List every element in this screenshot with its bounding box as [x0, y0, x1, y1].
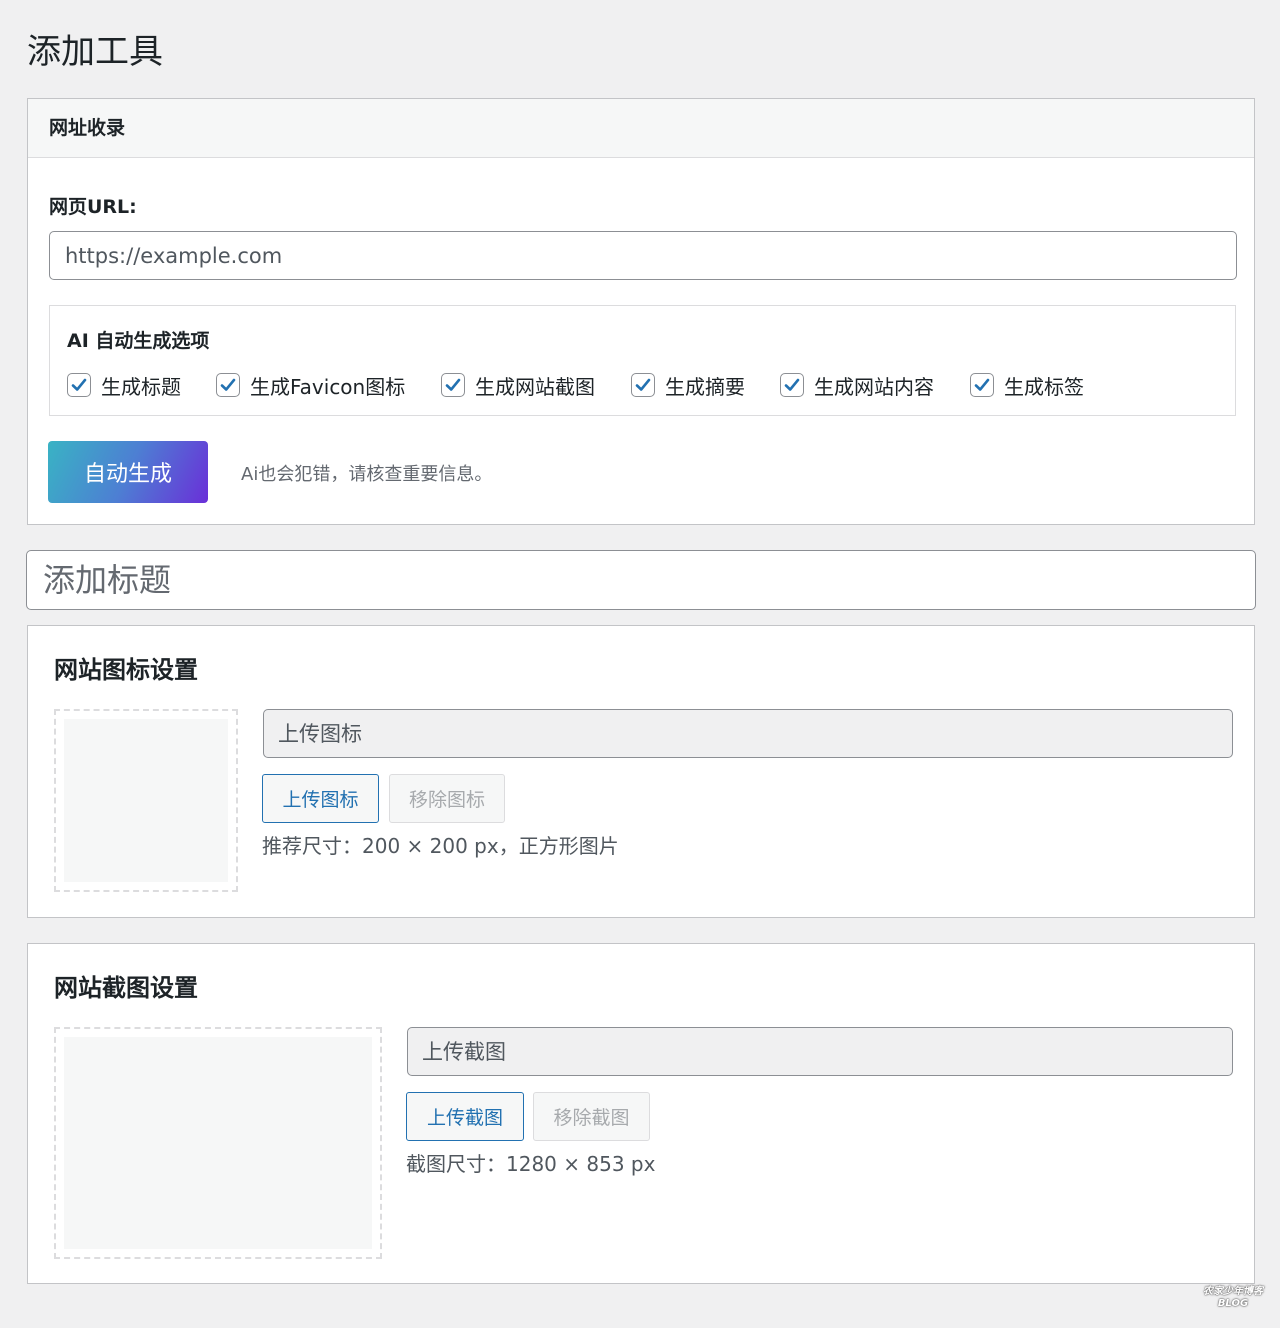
url-input[interactable]	[49, 231, 1237, 280]
option-label: 生成摘要	[665, 374, 745, 399]
blog-watermark: 农家少年博客 BLOG	[1200, 1286, 1266, 1314]
icon-preview-placeholder	[64, 719, 228, 882]
upload-screenshot-button[interactable]: 上传截图	[406, 1092, 524, 1141]
upload-icon-button[interactable]: 上传图标	[262, 774, 379, 823]
screenshot-preview	[54, 1027, 382, 1259]
remove-icon-button[interactable]: 移除图标	[389, 774, 505, 823]
ai-disclaimer-note: Ai也会犯错，请核查重要信息。	[241, 464, 493, 485]
remove-screenshot-button[interactable]: 移除截图	[533, 1092, 650, 1141]
option-label: 生成Favicon图标	[250, 374, 406, 399]
post-title-input[interactable]	[26, 550, 1256, 610]
option-label: 生成标签	[1004, 374, 1084, 399]
option-generate-favicon[interactable]: 生成Favicon图标	[216, 370, 405, 400]
option-label: 生成标题	[101, 374, 181, 399]
screenshot-size-hint: 截图尺寸：1280 × 853 px	[406, 1152, 656, 1176]
checkbox-checked-icon[interactable]	[216, 373, 240, 397]
icon-url-field[interactable]	[263, 709, 1233, 758]
screenshot-settings-panel: 网站截图设置 上传截图 移除截图 截图尺寸：1280 × 853 px	[27, 943, 1255, 1284]
checkbox-checked-icon[interactable]	[441, 373, 465, 397]
ai-options-title: AI 自动生成选项	[67, 330, 210, 352]
checkbox-checked-icon[interactable]	[780, 373, 804, 397]
watermark-line2: BLOG	[1217, 1298, 1249, 1309]
checkbox-checked-icon[interactable]	[631, 373, 655, 397]
checkbox-checked-icon[interactable]	[970, 373, 994, 397]
screenshot-section-title: 网站截图设置	[54, 974, 198, 1002]
page-title: 添加工具	[27, 32, 163, 72]
url-panel-header: 网址收录	[28, 99, 1254, 158]
option-generate-summary[interactable]: 生成摘要	[631, 370, 745, 400]
option-label: 生成网站内容	[814, 374, 934, 399]
option-generate-screenshot[interactable]: 生成网站截图	[441, 370, 595, 400]
screenshot-url-field[interactable]	[407, 1027, 1233, 1076]
screenshot-preview-placeholder	[64, 1037, 372, 1249]
icon-preview	[54, 709, 238, 892]
icon-size-hint: 推荐尺寸：200 × 200 px，正方形图片	[262, 834, 619, 858]
icon-section-title: 网站图标设置	[54, 656, 198, 684]
checkbox-checked-icon[interactable]	[67, 373, 91, 397]
option-label: 生成网站截图	[475, 374, 595, 399]
option-generate-tags[interactable]: 生成标签	[970, 370, 1084, 400]
url-collection-panel: 网址收录 网页URL: AI 自动生成选项 生成标题 生成Favicon图标 生…	[27, 98, 1255, 525]
auto-generate-button[interactable]: 自动生成	[48, 441, 208, 503]
option-generate-content[interactable]: 生成网站内容	[780, 370, 934, 400]
icon-settings-panel: 网站图标设置 上传图标 移除图标 推荐尺寸：200 × 200 px，正方形图片	[27, 625, 1255, 918]
url-label: 网页URL:	[49, 196, 137, 218]
watermark-line1: 农家少年博客	[1203, 1286, 1263, 1297]
option-generate-title[interactable]: 生成标题	[67, 370, 181, 400]
ai-options-box: AI 自动生成选项 生成标题 生成Favicon图标 生成网站截图 生成摘要 生…	[49, 305, 1236, 416]
